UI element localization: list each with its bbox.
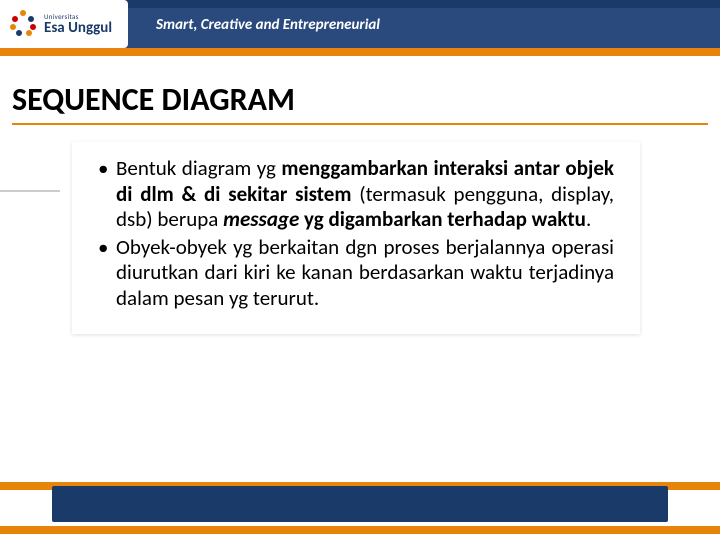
bullet-item: •Bentuk diagram yg menggambarkan interak… (98, 156, 614, 233)
header-band: Universitas Esa Unggul Smart, Creative a… (0, 0, 720, 56)
brand-logo: Universitas Esa Unggul (0, 0, 128, 48)
footer-band (0, 474, 720, 534)
page-title: SEQUENCE DIAGRAM (12, 80, 708, 125)
decorative-line (0, 190, 60, 192)
bullet-marker: • (98, 156, 116, 233)
bullet-marker: • (98, 235, 116, 312)
logo-icon (10, 10, 38, 38)
brand-tagline: Smart, Creative and Entrepreneurial (156, 16, 380, 34)
bullet-item: •Obyek-obyek yg berkaitan dgn proses ber… (98, 235, 614, 312)
bullet-text: Bentuk diagram yg menggambarkan interaks… (116, 156, 614, 233)
brand-name: Esa Unggul (44, 21, 112, 36)
bullet-text: Obyek-obyek yg berkaitan dgn proses berj… (116, 235, 614, 312)
content-box: •Bentuk diagram yg menggambarkan interak… (72, 142, 640, 334)
